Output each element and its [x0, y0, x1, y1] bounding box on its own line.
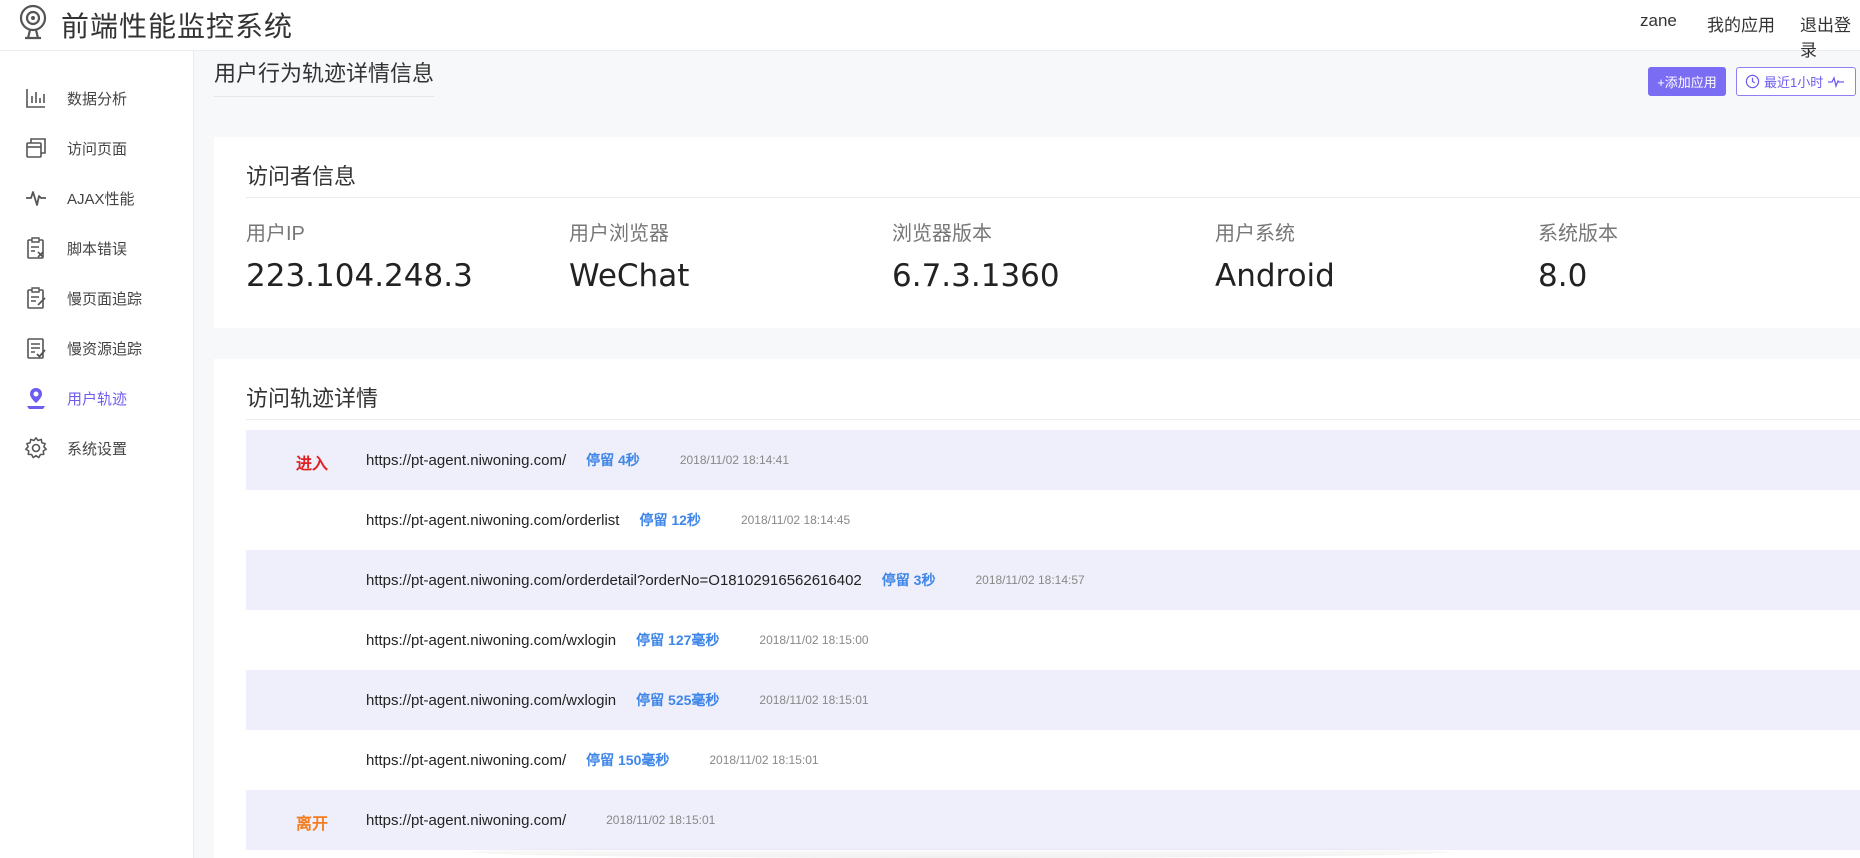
- stay-duration: 停留 150毫秒: [586, 752, 670, 768]
- visitor-info-card: 访问者信息 用户IP 223.104.248.3 用户浏览器 WeChat 浏览…: [214, 137, 1860, 328]
- slow-page-icon: [27, 287, 46, 309]
- sidebar-item-settings[interactable]: 系统设置: [0, 427, 194, 467]
- clock-icon: [1745, 74, 1760, 89]
- add-app-button[interactable]: +添加应用: [1648, 67, 1726, 96]
- card-divider: [246, 197, 1860, 198]
- sidebar-item-label: 慢页面追踪: [67, 291, 143, 308]
- gear-icon: [25, 437, 47, 459]
- sidebar-item-label: 脚本错误: [67, 241, 128, 258]
- info-label: 用户系统: [1215, 223, 1295, 245]
- track-row: https://pt-agent.niwoning.com/orderlist …: [246, 490, 1860, 550]
- track-row: https://pt-agent.niwoning.com/orderdetai…: [246, 550, 1860, 610]
- info-label: 用户浏览器: [569, 223, 669, 245]
- sidebar-item-user-track[interactable]: 用户轨迹: [0, 377, 194, 417]
- info-value: 8.0: [1538, 258, 1588, 294]
- sidebar-item-slow-resources[interactable]: 慢资源追踪: [0, 327, 194, 367]
- track-detail-title: 访问轨迹详情: [246, 386, 379, 411]
- info-value: Android: [1215, 258, 1335, 294]
- sidebar: 数据分析 访问页面 AJAX性能 脚本错误 慢页面追踪 慢资源追踪 用户轨迹 系…: [0, 51, 194, 858]
- sidebar-item-label: 用户轨迹: [67, 391, 128, 408]
- info-browser: 用户浏览器 WeChat: [569, 217, 689, 294]
- track-row: 进入 https://pt-agent.niwoning.com/ 停留 4秒 …: [246, 430, 1860, 490]
- track-url[interactable]: https://pt-agent.niwoning.com/wxlogin: [366, 692, 616, 709]
- sidebar-item-script-errors[interactable]: 脚本错误: [0, 227, 194, 267]
- time-range-label: 最近1小时: [1764, 75, 1824, 90]
- visitor-info-title: 访问者信息: [246, 164, 357, 189]
- track-detail-card: 访问轨迹详情 进入 https://pt-agent.niwoning.com/…: [214, 359, 1860, 858]
- time-range-button[interactable]: 最近1小时: [1736, 67, 1856, 96]
- info-os: 用户系统 Android: [1215, 217, 1335, 294]
- sidebar-item-label: 访问页面: [67, 141, 128, 158]
- track-url[interactable]: https://pt-agent.niwoning.com/: [366, 812, 566, 829]
- timestamp: 2018/11/02 18:15:01: [709, 753, 819, 767]
- timestamp: 2018/11/02 18:15:01: [606, 813, 716, 827]
- sidebar-item-ajax-performance[interactable]: AJAX性能: [0, 177, 194, 217]
- track-url[interactable]: https://pt-agent.niwoning.com/orderlist: [366, 512, 619, 529]
- card-divider: [246, 419, 1860, 420]
- timestamp: 2018/11/02 18:14:57: [975, 573, 1085, 587]
- pulse-icon: [26, 191, 46, 206]
- sidebar-item-label: 系统设置: [67, 441, 128, 458]
- timestamp: 2018/11/02 18:14:41: [679, 453, 790, 467]
- info-label: 用户IP: [246, 223, 305, 245]
- info-value: WeChat: [569, 258, 690, 294]
- pulse-icon: [1828, 75, 1845, 88]
- sidebar-item-visit-pages[interactable]: 访问页面: [0, 127, 194, 167]
- pages-icon: [26, 138, 46, 158]
- sidebar-item-slow-pages[interactable]: 慢页面追踪: [0, 277, 194, 317]
- slow-resource-icon: [27, 338, 46, 359]
- info-value: 223.104.248.3: [246, 258, 473, 294]
- top-header: 前端性能监控系统 zane 我的应用 退出登录: [0, 0, 1860, 60]
- timestamp: 2018/11/02 18:15:01: [759, 693, 869, 707]
- bar-chart-icon: [26, 89, 45, 108]
- page-title: 用户行为轨迹详情信息: [214, 61, 435, 86]
- my-apps-link[interactable]: 我的应用: [1707, 11, 1775, 36]
- info-os-version: 系统版本 8.0: [1538, 217, 1618, 294]
- track-row: https://pt-agent.niwoning.com/ 停留 150毫秒 …: [246, 730, 1860, 790]
- scroll-shadow: [470, 846, 1450, 858]
- track-row: https://pt-agent.niwoning.com/wxlogin 停留…: [246, 670, 1860, 730]
- leave-tag: 离开: [296, 816, 329, 833]
- sidebar-item-label: 数据分析: [67, 91, 128, 108]
- stay-duration: 停留 12秒: [639, 512, 701, 528]
- stay-duration: 停留 525毫秒: [636, 692, 720, 708]
- info-label: 系统版本: [1538, 223, 1618, 245]
- track-url[interactable]: https://pt-agent.niwoning.com/orderdetai…: [366, 572, 862, 589]
- stay-duration: 停留 3秒: [881, 572, 936, 588]
- timestamp: 2018/11/02 18:15:00: [759, 633, 869, 647]
- sidebar-item-data-analysis[interactable]: 数据分析: [0, 77, 194, 117]
- track-row: https://pt-agent.niwoning.com/wxlogin 停留…: [246, 610, 1860, 670]
- timestamp: 2018/11/02 18:14:45: [740, 513, 851, 527]
- info-browser-version: 浏览器版本 6.7.3.1360: [892, 217, 1060, 294]
- stay-duration: 停留 127毫秒: [636, 632, 720, 648]
- track-url[interactable]: https://pt-agent.niwoning.com/: [366, 752, 566, 769]
- script-error-icon: [27, 237, 44, 259]
- webcam-logo-icon: [19, 4, 47, 40]
- track-url[interactable]: https://pt-agent.niwoning.com/: [366, 452, 566, 469]
- enter-tag: 进入: [296, 456, 329, 473]
- app-title: 前端性能监控系统: [61, 11, 294, 42]
- logout-link[interactable]: 退出登录: [1800, 11, 1860, 61]
- sidebar-item-label: 慢资源追踪: [67, 341, 143, 358]
- stay-duration: 停留 4秒: [586, 452, 640, 468]
- track-row: 离开 https://pt-agent.niwoning.com/ 2018/1…: [246, 790, 1860, 850]
- track-url[interactable]: https://pt-agent.niwoning.com/wxlogin: [366, 632, 616, 649]
- sidebar-item-label: AJAX性能: [67, 191, 135, 208]
- user-track-icon: [27, 388, 45, 409]
- user-name-link[interactable]: zane: [1640, 11, 1677, 31]
- info-user-ip: 用户IP 223.104.248.3: [246, 217, 473, 294]
- info-label: 浏览器版本: [892, 223, 992, 245]
- info-value: 6.7.3.1360: [892, 258, 1060, 294]
- title-divider: [214, 96, 434, 97]
